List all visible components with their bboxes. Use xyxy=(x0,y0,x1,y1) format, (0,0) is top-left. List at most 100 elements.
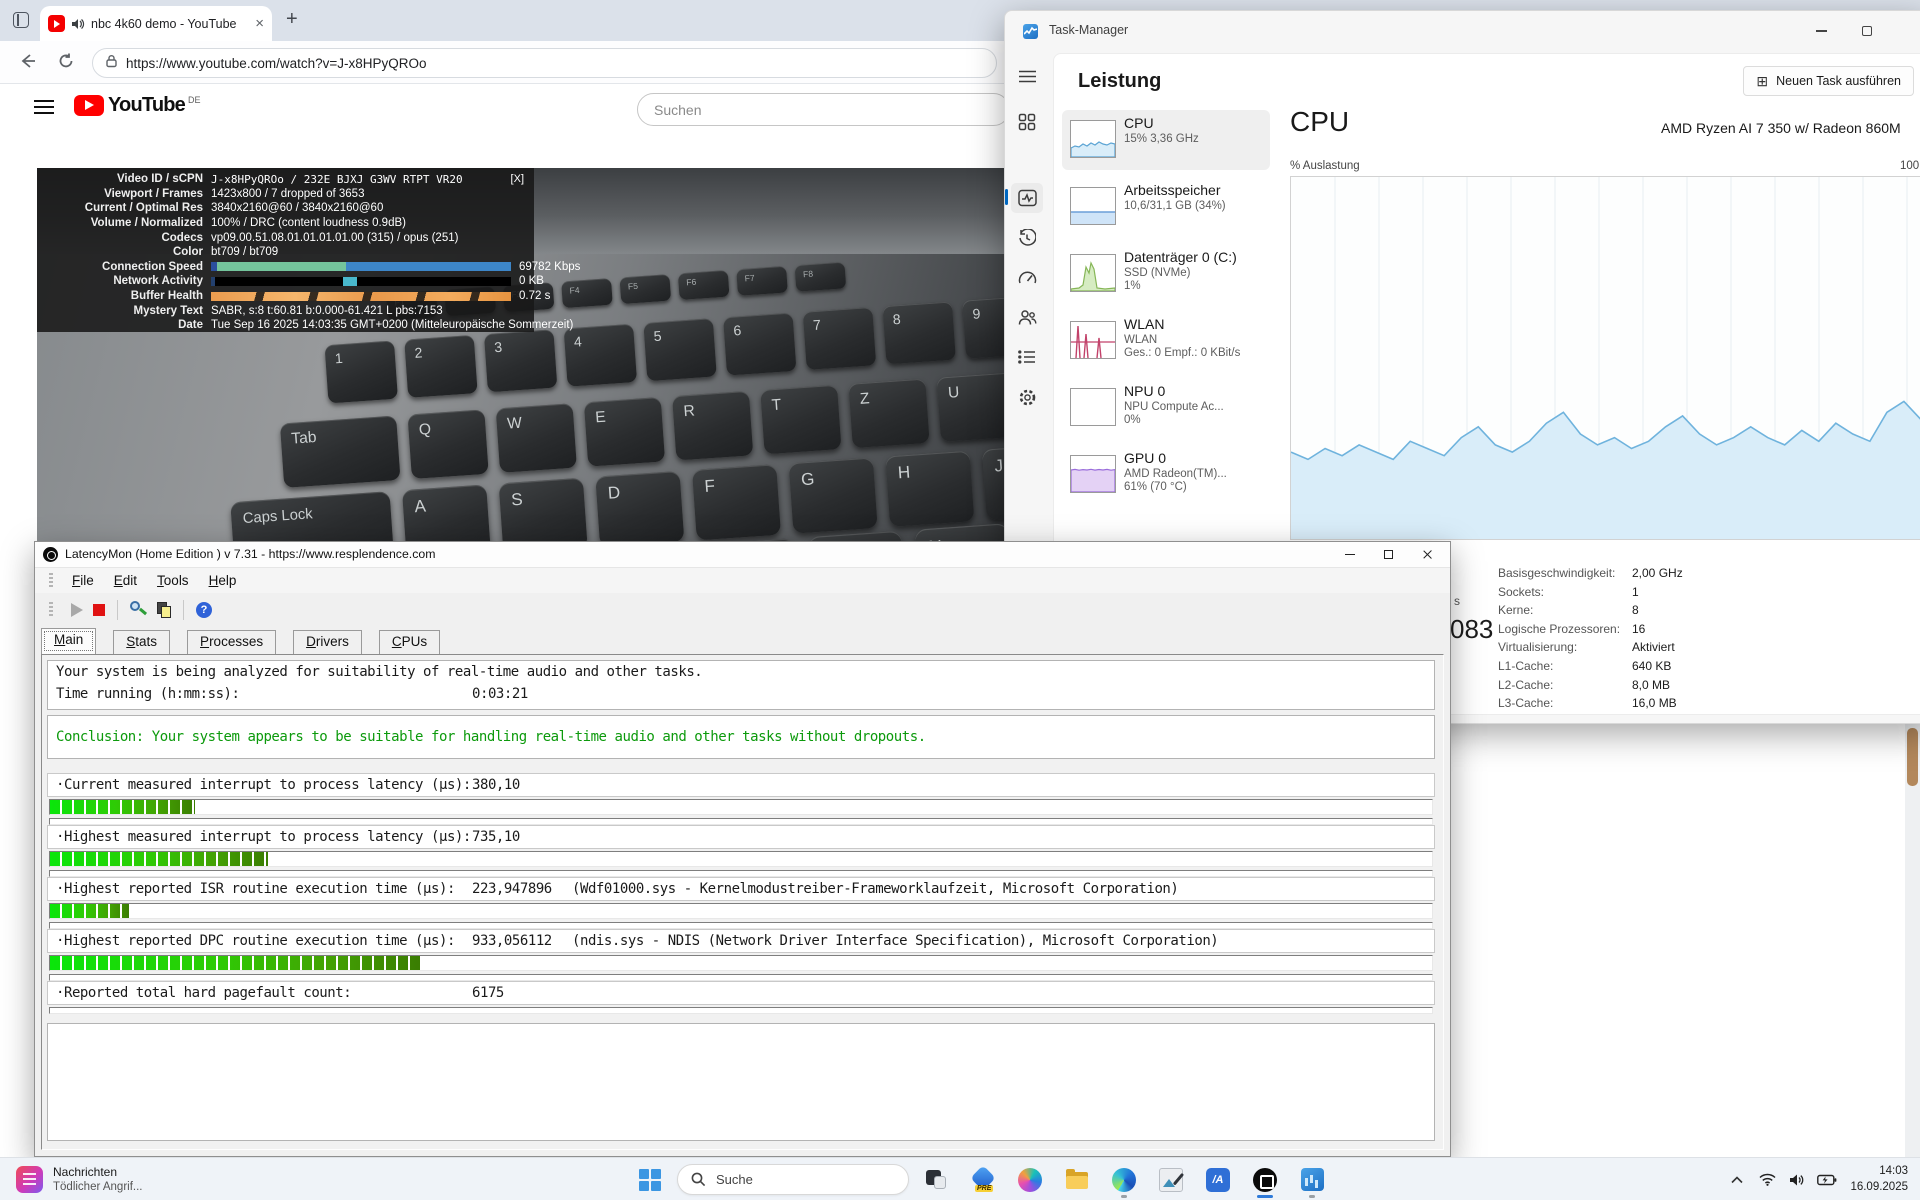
new-task-icon: ⊞ xyxy=(1756,74,1768,88)
meter-bar xyxy=(49,851,1433,867)
nav-details-icon[interactable] xyxy=(1011,342,1043,372)
maximize-button[interactable] xyxy=(1369,542,1408,567)
clock-time: 14:03 xyxy=(1850,1164,1908,1180)
sidebar-item-wlan[interactable]: WLAN WLAN Ges.: 0 Empf.: 0 KBit/s xyxy=(1062,311,1270,371)
latencymon-titlebar[interactable]: LatencyMon (Home Edition ) v 7.31 - http… xyxy=(35,542,1450,568)
copilot-icon[interactable] xyxy=(1010,1160,1050,1200)
start-button[interactable] xyxy=(630,1160,670,1200)
nav-performance-icon[interactable] xyxy=(1011,183,1043,213)
latencymon-title: LatencyMon (Home Edition ) v 7.31 - http… xyxy=(65,547,435,561)
menu-help[interactable]: Help xyxy=(200,571,246,590)
tab-workspaces-icon[interactable] xyxy=(13,12,29,28)
meter-bar xyxy=(49,903,1433,919)
run-new-task-button[interactable]: ⊞ Neuen Task ausführen xyxy=(1743,66,1914,96)
taskbar-search-input[interactable]: Suche xyxy=(677,1164,909,1195)
tab-cpus[interactable]: CPUs xyxy=(379,630,440,654)
tab-audio-icon[interactable] xyxy=(71,17,85,31)
nav-menu-icon[interactable] xyxy=(1011,61,1043,91)
sidebar-item-cpu[interactable]: CPU 15% 3,36 GHz xyxy=(1062,110,1270,170)
cpu-heading: CPU xyxy=(1290,106,1349,138)
youtube-logo-text: YouTube xyxy=(108,94,185,117)
wifi-icon[interactable] xyxy=(1754,1165,1780,1195)
nav-processes-icon[interactable] xyxy=(1011,107,1043,137)
network-activity-bar xyxy=(211,277,511,286)
youtube-logo[interactable]: YouTube DE xyxy=(74,94,201,117)
youtube-search-placeholder: Suchen xyxy=(654,102,701,118)
latencymon-tabs: Main Stats Processes Drivers CPUs xyxy=(41,628,1444,654)
snipping-tool-icon[interactable] xyxy=(1151,1160,1191,1200)
tab-stats[interactable]: Stats xyxy=(113,630,170,654)
page-scrollbar-thumb[interactable] xyxy=(1907,728,1918,786)
youtube-region-badge: DE xyxy=(188,95,201,105)
sidebar-item-gpu[interactable]: GPU 0 AMD Radeon(TM)... 61% (70 °C) xyxy=(1062,445,1270,505)
gpu-mini-chart xyxy=(1070,455,1116,493)
sidebar-item-disk[interactable]: Datenträger 0 (C:) SSD (NVMe) 1% xyxy=(1062,244,1270,304)
cpu-usage-chart[interactable] xyxy=(1290,176,1920,540)
close-button[interactable] xyxy=(1408,542,1447,567)
latencymon-app-icon xyxy=(43,547,58,562)
address-bar[interactable]: https://www.youtube.com/watch?v=J-x8HPyQ… xyxy=(92,48,997,78)
maximize-button[interactable] xyxy=(1844,11,1890,51)
meter-bar-secondary xyxy=(49,974,1433,981)
meter-bar xyxy=(49,799,1433,815)
back-icon[interactable] xyxy=(18,51,38,76)
search-icon xyxy=(691,1172,706,1187)
start-monitor-icon[interactable] xyxy=(71,603,83,617)
taskbar-clock[interactable]: 14:03 16.09.2025 xyxy=(1850,1164,1908,1195)
browser-tab[interactable]: nbc 4k60 demo - YouTube × xyxy=(40,6,272,41)
help-icon[interactable]: ? xyxy=(196,602,212,618)
file-explorer-icon[interactable] xyxy=(1057,1160,1097,1200)
task-manager-taskbar-icon[interactable] xyxy=(1292,1160,1332,1200)
report-area xyxy=(47,1023,1435,1141)
task-view-icon[interactable] xyxy=(916,1160,956,1200)
menu-tools[interactable]: Tools xyxy=(148,571,198,590)
performance-sidebar: CPU 15% 3,36 GHz Arbeitsspeicher 10,6/31… xyxy=(1062,110,1270,512)
meter-bar-secondary xyxy=(49,818,1433,825)
menu-edit[interactable]: Edit xyxy=(105,571,146,590)
tab-drivers[interactable]: Drivers xyxy=(293,630,362,654)
nav-services-icon[interactable] xyxy=(1011,382,1043,412)
nav-app-history-icon[interactable] xyxy=(1011,223,1043,253)
sidebar-item-memory[interactable]: Arbeitsspeicher 10,6/31,1 GB (34%) xyxy=(1062,177,1270,237)
preview-app-icon[interactable]: PRE xyxy=(963,1160,1003,1200)
new-tab-button[interactable]: + xyxy=(286,8,298,31)
menu-file[interactable]: File xyxy=(63,571,103,590)
minimize-button[interactable] xyxy=(1330,542,1369,567)
overlay-close-button[interactable]: [X] xyxy=(511,173,524,185)
analysis-status-text: Your system is being analyzed for suitab… xyxy=(48,661,1434,683)
wlan-mini-chart xyxy=(1070,321,1116,359)
youtube-search-input[interactable]: Suchen xyxy=(637,93,1010,126)
minimize-button[interactable] xyxy=(1798,11,1844,51)
menubar-gripper xyxy=(49,573,53,589)
youtube-menu-icon[interactable] xyxy=(34,100,54,114)
analyze-tool-icon[interactable] xyxy=(130,601,147,618)
pagefault-row: ·Reported total hard pagefault count: 61… xyxy=(47,981,1435,1005)
refresh-icon[interactable] xyxy=(56,51,76,76)
latencymon-taskbar-icon[interactable] xyxy=(1245,1160,1285,1200)
nav-users-icon[interactable] xyxy=(1011,302,1043,332)
taskbar: Nachrichten Tödlicher Angrif... Suche PR… xyxy=(0,1157,1920,1200)
desktop: nbc 4k60 demo - YouTube × + https://www.… xyxy=(0,0,1920,1200)
meter-label-row: ·Current measured interrupt to process l… xyxy=(47,773,1435,797)
nav-startup-apps-icon[interactable] xyxy=(1011,262,1043,292)
tab-processes[interactable]: Processes xyxy=(187,630,276,654)
news-widget-icon xyxy=(16,1166,43,1193)
battery-icon[interactable] xyxy=(1814,1165,1840,1195)
volume-icon[interactable] xyxy=(1784,1165,1810,1195)
tab-main[interactable]: Main xyxy=(41,628,96,654)
nav-selected-indicator xyxy=(1005,189,1008,205)
lock-icon[interactable] xyxy=(105,54,118,73)
edge-browser-icon[interactable] xyxy=(1104,1160,1144,1200)
memory-mini-chart xyxy=(1070,187,1116,225)
clock-date: 16.09.2025 xyxy=(1850,1180,1908,1196)
stop-monitor-icon[interactable] xyxy=(93,604,105,616)
tab-close-icon[interactable]: × xyxy=(255,15,264,32)
sidebar-item-npu[interactable]: NPU 0 NPU Compute Ac... 0% xyxy=(1062,378,1270,438)
stats-for-nerds-overlay: [X] Video ID / sCPNJ-x8HPyQROo / 232E BJ… xyxy=(37,168,534,332)
task-manager-titlebar[interactable]: Task-Manager xyxy=(1005,11,1920,51)
slash-a-app-icon[interactable]: /A xyxy=(1198,1160,1238,1200)
tray-chevron-icon[interactable] xyxy=(1724,1165,1750,1195)
widgets-button[interactable]: Nachrichten Tödlicher Angrif... xyxy=(8,1162,150,1197)
meter-label-row: ·Highest reported ISR routine execution … xyxy=(47,877,1435,901)
copy-report-icon[interactable] xyxy=(157,602,171,618)
